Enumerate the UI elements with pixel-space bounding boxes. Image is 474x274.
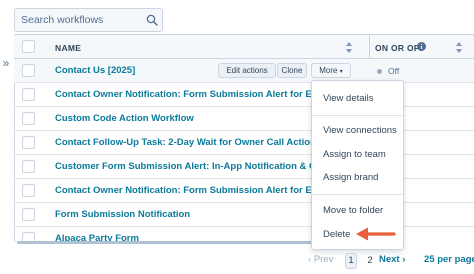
- table-row[interactable]: Contact Follow-Up Task: 2-Day Wait for O…: [14, 131, 474, 155]
- horizontal-scrollbar[interactable]: [17, 241, 317, 244]
- search-input[interactable]: [15, 9, 141, 31]
- table-row[interactable]: Contact Owner Notification: Form Submiss…: [14, 179, 474, 203]
- workflows-table: NAME ON OR OFF Contact Us [2025] Edit ac…: [14, 34, 474, 242]
- status-text: Off: [388, 66, 400, 76]
- caret-down-icon: ▾: [339, 69, 343, 75]
- select-all-checkbox[interactable]: [22, 40, 35, 53]
- per-page-select[interactable]: 25 per page ▾: [424, 254, 474, 265]
- chevron-left-icon: ‹: [308, 254, 312, 265]
- workflow-name-link[interactable]: Contact Owner Notification: Form Submiss…: [55, 185, 342, 196]
- sort-icon[interactable]: [346, 42, 352, 53]
- row-checkbox[interactable]: [22, 160, 35, 173]
- table-row[interactable]: Form Submission Notification: [14, 203, 474, 227]
- column-header-name[interactable]: NAME: [55, 43, 81, 53]
- workflow-name-link[interactable]: Contact Owner Notification: Form Submiss…: [55, 89, 342, 100]
- workflow-name-link[interactable]: Contact Us [2025]: [55, 65, 135, 76]
- status-dot: [377, 69, 382, 74]
- row-checkbox[interactable]: [22, 88, 35, 101]
- next-label: Next: [379, 254, 400, 265]
- prev-button[interactable]: ‹ Prev: [308, 254, 333, 265]
- more-label: More: [319, 66, 338, 75]
- menu-item-view-connections[interactable]: View connections: [312, 120, 405, 142]
- workflow-name-link[interactable]: Customer Form Submission Alert: In-App N…: [55, 161, 350, 172]
- search-box: [14, 8, 163, 32]
- double-chevron-right-icon[interactable]: »: [0, 55, 12, 71]
- table-row[interactable]: Custom Code Action Workflow: [14, 107, 474, 131]
- row-checkbox[interactable]: [22, 136, 35, 149]
- row-checkbox[interactable]: [22, 112, 35, 125]
- page-1-button[interactable]: 1: [345, 253, 357, 269]
- per-page-label: 25 per page: [424, 254, 474, 265]
- page-2-button[interactable]: 2: [364, 254, 376, 270]
- search-icon[interactable]: [146, 14, 158, 26]
- chevron-right-icon: ›: [402, 254, 406, 265]
- info-icon[interactable]: [417, 42, 426, 51]
- menu-item-assign-brand[interactable]: Assign brand: [312, 167, 405, 189]
- column-divider: [369, 35, 370, 58]
- prev-label: Prev: [313, 254, 334, 265]
- table-row[interactable]: Alpaca Party Form: [14, 227, 474, 242]
- menu-divider: [312, 194, 405, 195]
- workflow-name-link[interactable]: Contact Follow-Up Task: 2-Day Wait for O…: [55, 137, 316, 148]
- edit-actions-button[interactable]: Edit actions: [218, 63, 276, 78]
- menu-item-view-details[interactable]: View details: [312, 88, 405, 110]
- clone-button[interactable]: Clone: [277, 63, 307, 78]
- table-row[interactable]: Customer Form Submission Alert: In-App N…: [14, 155, 474, 179]
- workflow-name-link[interactable]: Form Submission Notification: [55, 209, 190, 220]
- sort-icon[interactable]: [456, 42, 462, 53]
- workflow-name-link[interactable]: Custom Code Action Workflow: [55, 113, 194, 124]
- row-checkbox[interactable]: [22, 208, 35, 221]
- menu-item-assign-to-team[interactable]: Assign to team: [312, 144, 405, 166]
- row-checkbox[interactable]: [22, 64, 35, 77]
- row-checkbox[interactable]: [22, 184, 35, 197]
- table-row[interactable]: Contact Us [2025] Edit actions Clone Mor…: [14, 59, 474, 83]
- next-button[interactable]: Next ›: [379, 254, 405, 265]
- more-button[interactable]: More ▾: [311, 63, 351, 78]
- table-row[interactable]: Contact Owner Notification: Form Submiss…: [14, 83, 474, 107]
- table-header: NAME ON OR OFF: [14, 34, 474, 59]
- menu-divider: [312, 115, 405, 116]
- more-dropdown-menu: View details View connections Assign to …: [311, 80, 405, 250]
- annotation-arrow-icon: [356, 227, 396, 241]
- pagination: ‹ Prev 1 2 Next › 25 per page ▾: [300, 251, 474, 271]
- menu-item-move-to-folder[interactable]: Move to folder: [312, 200, 405, 222]
